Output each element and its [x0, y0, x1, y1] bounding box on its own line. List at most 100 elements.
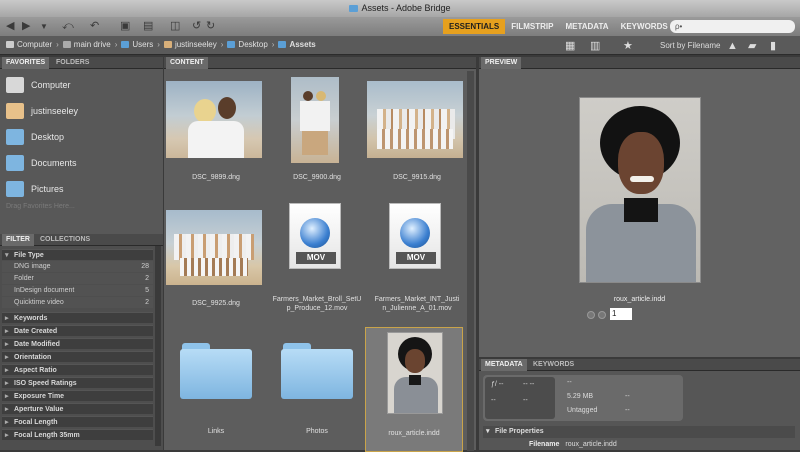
- crumb-main-drive[interactable]: main drive ›: [62, 40, 117, 49]
- home-icon: [163, 41, 172, 48]
- chevron-right-icon: ›: [157, 40, 160, 49]
- favorite-pictures[interactable]: Pictures: [6, 179, 64, 199]
- favorites-panel-header: FAVORITES FOLDERS: [0, 57, 163, 69]
- metadata-panel-header: METADATA KEYWORDS: [479, 359, 800, 371]
- delete-icon[interactable]: ▮: [770, 40, 776, 53]
- thumb-label: DSC_9925.dng: [192, 300, 240, 307]
- filter-category-focal-length-35[interactable]: Focal Length 35mm: [2, 429, 153, 441]
- content-scrollbar[interactable]: [467, 71, 474, 451]
- filter-category-aspect-ratio[interactable]: Aspect Ratio: [2, 364, 153, 376]
- favorite-computer[interactable]: Computer: [6, 75, 71, 95]
- filter-value-folder[interactable]: Folder 2: [2, 273, 153, 284]
- tab-folders[interactable]: FOLDERS: [52, 57, 93, 69]
- view-quality-icon[interactable]: ▦: [565, 40, 575, 53]
- thumb-label: Farmers_Market_INT_Justi n_Julienne_A_01…: [374, 296, 460, 312]
- filter-category-file-type[interactable]: File Type: [2, 249, 153, 261]
- preview-image: [579, 97, 701, 283]
- filter-category-aperture[interactable]: Aperture Value: [2, 403, 153, 415]
- chevron-down-icon[interactable]: ▼: [40, 20, 48, 33]
- tab-filter[interactable]: FILTER: [2, 234, 34, 246]
- thumb-dsc-9925[interactable]: DSC_9925.dng: [166, 200, 266, 320]
- workspace-tab-metadata[interactable]: METADATA: [559, 19, 614, 34]
- favorites-drop-hint: Drag Favorites Here...: [6, 203, 75, 210]
- folder-icon: [227, 41, 236, 48]
- folder-icon: [6, 155, 24, 171]
- thumb-label: DSC_9915.dng: [393, 174, 441, 181]
- thumb-dsc-9899[interactable]: DSC_9899.dng: [166, 77, 266, 197]
- workspace-tab-keywords[interactable]: KEYWORDS: [615, 19, 674, 34]
- computer-icon: [6, 77, 24, 93]
- crumb-computer[interactable]: Computer ›: [6, 40, 59, 49]
- recent-folders-icon[interactable]: ⤺: [62, 20, 74, 33]
- folder-icon: [121, 41, 130, 48]
- filter-value-quicktime[interactable]: Quicktime video 2: [2, 297, 153, 308]
- tab-metadata[interactable]: METADATA: [481, 359, 527, 371]
- refine-icon[interactable]: ▤: [143, 20, 153, 33]
- crumb-justinseeley[interactable]: justinseeley ›: [163, 40, 223, 49]
- camera-data: ƒ/ -- -- -- -- --: [485, 377, 555, 419]
- thumb-label: Photos: [306, 428, 328, 435]
- filter-category-date-created[interactable]: Date Created: [2, 325, 153, 337]
- filter-value-dng[interactable]: DNG image 28: [2, 261, 153, 272]
- output-icon[interactable]: ▥: [590, 40, 600, 53]
- filter-scrollbar[interactable]: [155, 246, 161, 446]
- folder-icon: [281, 343, 353, 399]
- thumb-roux-article[interactable]: roux_article.indd: [365, 327, 463, 452]
- tab-preview[interactable]: PREVIEW: [481, 57, 522, 69]
- drive-icon: [62, 41, 71, 48]
- search-input[interactable]: ρ•: [670, 20, 795, 33]
- filter-category-orientation[interactable]: Orientation: [2, 351, 153, 363]
- open-in-camera-raw-icon[interactable]: ◫: [170, 20, 180, 33]
- previous-page-icon[interactable]: [587, 311, 595, 319]
- favorite-documents[interactable]: Documents: [6, 153, 77, 173]
- metadata-placard: ƒ/ -- -- -- -- -- -- 5.29 MB -- Untagged…: [483, 375, 683, 421]
- workspace-tab-essentials[interactable]: ESSENTIALS: [443, 19, 506, 34]
- preview-panel: PREVIEW roux_article.indd 1: [479, 57, 800, 357]
- thumb-farmers-market-broll[interactable]: MOV Farmers_Market_Broll_SetU p_Produce_…: [267, 200, 367, 320]
- tab-keywords[interactable]: KEYWORDS: [529, 359, 578, 371]
- folder-icon: [278, 41, 287, 48]
- camera-download-icon[interactable]: ▣: [120, 20, 130, 33]
- rotate-left-icon[interactable]: ↺: [192, 20, 201, 33]
- thumb-folder-photos[interactable]: Photos: [267, 329, 367, 449]
- filter-value-indesign[interactable]: InDesign document 5: [2, 285, 153, 296]
- next-page-icon[interactable]: [598, 311, 606, 319]
- home-icon: [6, 103, 24, 119]
- window-titlebar: Assets - Adobe Bridge: [0, 0, 800, 17]
- favorite-desktop[interactable]: Desktop: [6, 127, 64, 147]
- content-panel: CONTENT DSC_9899.dng DSC_9900.dng DSC_99…: [164, 57, 476, 452]
- app-toolbar: ◀ ▶ ▼ ⤺ ↶ ▣ ▤ ◫ ↺ ↻ ESSENTIALS FILMSTRIP…: [0, 17, 800, 36]
- favorite-justinseeley[interactable]: justinseeley: [6, 101, 78, 121]
- metadata-row-filename: Filename roux_article.indd: [529, 441, 617, 448]
- metadata-panel: METADATA KEYWORDS ƒ/ -- -- -- -- -- -- 5…: [479, 359, 800, 450]
- photo-thumbnail: [166, 81, 262, 158]
- page-number-input[interactable]: 1: [610, 308, 632, 320]
- filter-category-keywords[interactable]: Keywords: [2, 312, 153, 324]
- rotate-right-icon[interactable]: ↻: [206, 20, 215, 33]
- boomerang-icon[interactable]: ↶: [90, 20, 99, 33]
- folder-icon: [349, 5, 359, 12]
- crumb-desktop[interactable]: Desktop ›: [227, 40, 274, 49]
- back-icon[interactable]: ◀: [6, 20, 14, 33]
- file-properties-section[interactable]: File Properties: [483, 426, 795, 438]
- crumb-users[interactable]: Users ›: [121, 40, 160, 49]
- thumb-dsc-9915[interactable]: DSC_9915.dng: [367, 77, 467, 197]
- sort-order-icon[interactable]: ▲: [727, 40, 738, 53]
- thumb-folder-links[interactable]: Links: [166, 329, 266, 449]
- crumb-assets[interactable]: Assets: [278, 40, 316, 49]
- workspace-tab-filmstrip[interactable]: FILMSTRIP: [505, 19, 559, 34]
- filter-category-date-modified[interactable]: Date Modified: [2, 338, 153, 350]
- thumb-farmers-market-int[interactable]: MOV Farmers_Market_INT_Justi n_Julienne_…: [367, 200, 467, 320]
- filter-panel-header: FILTER COLLECTIONS: [0, 234, 163, 246]
- filter-category-focal-length[interactable]: Focal Length: [2, 416, 153, 428]
- thumb-dsc-9900[interactable]: DSC_9900.dng: [267, 77, 367, 197]
- forward-icon[interactable]: ▶: [22, 20, 30, 33]
- tab-collections[interactable]: COLLECTIONS: [36, 234, 94, 246]
- sort-by-dropdown[interactable]: Sort by Filename: [660, 41, 720, 50]
- new-folder-icon[interactable]: ▰: [748, 40, 756, 53]
- filter-category-iso[interactable]: ISO Speed Ratings: [2, 377, 153, 389]
- star-filter-icon[interactable]: ★: [623, 40, 633, 53]
- tab-content[interactable]: CONTENT: [166, 57, 208, 69]
- filter-category-exposure[interactable]: Exposure Time: [2, 390, 153, 402]
- tab-favorites[interactable]: FAVORITES: [2, 57, 50, 69]
